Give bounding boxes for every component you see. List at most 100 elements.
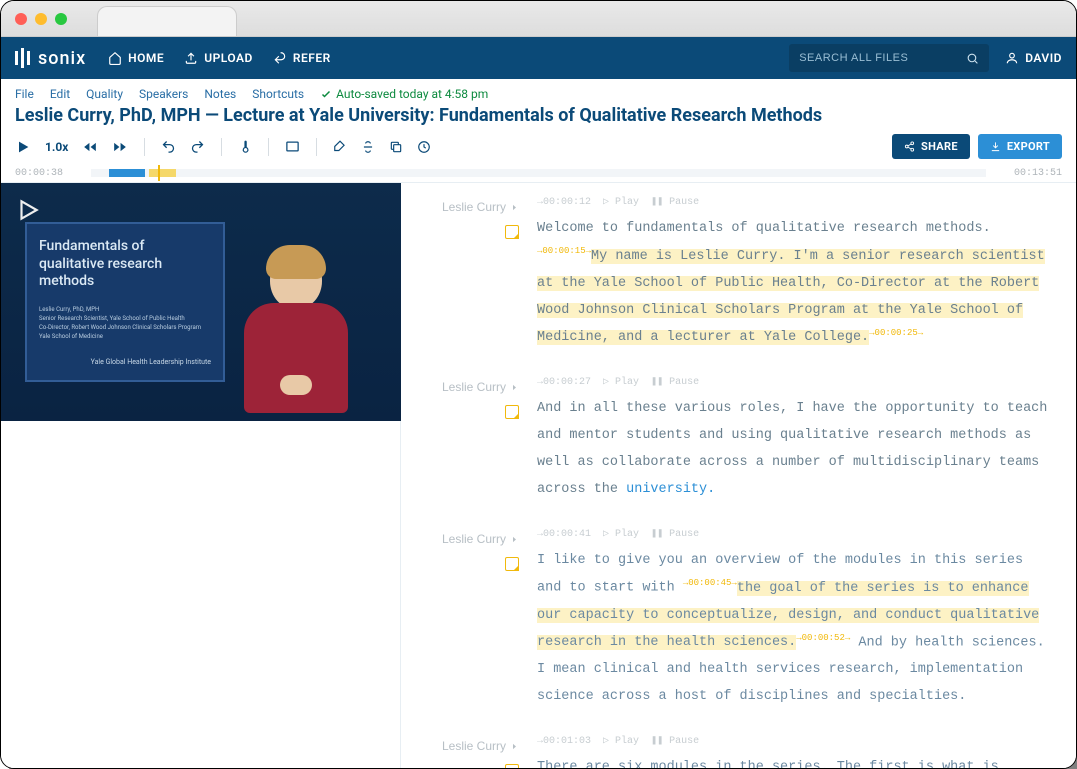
transcript-text[interactable]: Welcome to fundamentals of qualitative r… — [537, 215, 1048, 351]
search-input[interactable] — [799, 52, 966, 64]
timeline-track[interactable] — [91, 169, 986, 177]
download-icon — [990, 141, 1001, 152]
fullscreen-window-button[interactable] — [55, 13, 67, 25]
undo-icon — [161, 139, 176, 154]
keyword-text[interactable]: university. — [626, 482, 715, 497]
redo-button[interactable] — [190, 139, 205, 154]
nav-refer[interactable]: REFER — [273, 51, 331, 65]
text-span[interactable]: And in all these various roles, I have t… — [537, 401, 1047, 497]
note-icon[interactable] — [505, 225, 519, 239]
note-icon[interactable] — [505, 405, 519, 419]
text-span[interactable]: Welcome to fundamentals of qualitative r… — [537, 221, 991, 236]
chevron-right-icon — [510, 535, 519, 544]
current-time: 00:00:38 — [15, 168, 63, 179]
share-icon — [904, 141, 915, 152]
undo-button[interactable] — [161, 139, 176, 154]
brand-name: sonix — [38, 48, 86, 69]
share-button[interactable]: SHARE — [892, 134, 970, 159]
transcript-text[interactable]: I like to give you an overview of the mo… — [537, 547, 1048, 710]
speaker-label[interactable]: Leslie Curry — [442, 195, 519, 219]
segment-pause-button[interactable]: ❚❚ Pause — [651, 732, 699, 752]
segment-play-button[interactable]: ▷ Play — [603, 193, 639, 213]
segment-play-button[interactable]: ▷ Play — [603, 525, 639, 545]
forward-icon — [112, 140, 128, 154]
rectangle-button[interactable] — [285, 140, 300, 153]
segment-play-button[interactable]: ▷ Play — [603, 732, 639, 752]
text-span[interactable]: There are six modules in the series. The… — [537, 760, 999, 768]
transcript-text[interactable]: And in all these various roles, I have t… — [537, 395, 1048, 503]
transcript-panel[interactable]: Leslie Curry →00:00:12▷ Play❚❚ PauseWelc… — [401, 183, 1076, 768]
highlighter-icon — [333, 140, 347, 154]
note-icon[interactable] — [505, 764, 519, 768]
search-box[interactable] — [789, 44, 989, 72]
chevron-right-icon — [510, 383, 519, 392]
transcript-turn: Leslie Curry →00:00:27 ▷ Play ❚❚ Pause And … — [409, 373, 1048, 503]
segment-start-time: →00:00:41 — [537, 525, 591, 545]
chevron-right-icon — [510, 203, 519, 212]
copy-icon — [389, 140, 403, 154]
menu-edit[interactable]: Edit — [50, 87, 70, 101]
rewind-button[interactable] — [82, 140, 98, 154]
timestamp-button[interactable] — [417, 140, 431, 154]
checkmark-icon — [320, 88, 332, 100]
refer-icon — [273, 51, 287, 65]
minimize-window-button[interactable] — [35, 13, 47, 25]
close-window-button[interactable] — [15, 13, 27, 25]
speaker-label[interactable]: Leslie Curry — [442, 375, 519, 399]
search-icon[interactable] — [966, 52, 979, 65]
brand-logo[interactable]: sonix — [15, 48, 86, 69]
video-player[interactable]: Fundamentals of qualitative research met… — [1, 183, 401, 421]
thermometer-button[interactable] — [238, 139, 252, 155]
user-menu[interactable]: DAVID — [1005, 51, 1062, 65]
window-controls — [15, 13, 67, 25]
redo-icon — [190, 139, 205, 154]
transcript-turn: Leslie Curry →00:00:41 ▷ Play ❚❚ PauseI li… — [409, 525, 1048, 710]
document-area: File Edit Quality Speakers Notes Shortcu… — [1, 79, 1076, 768]
strikethrough-icon — [361, 140, 375, 154]
segment-start-time: →00:01:03 — [537, 732, 591, 752]
menu-shortcuts[interactable]: Shortcuts — [252, 87, 304, 101]
highlight-button[interactable] — [333, 140, 347, 154]
speaker-label[interactable]: Leslie Curry — [442, 527, 519, 551]
app-topbar: sonix HOME UPLOAD REFER — [1, 37, 1076, 79]
inline-timestamp: →00:00:45→ — [683, 578, 737, 588]
inline-timestamp: →00:00:52→ — [796, 633, 850, 643]
rewind-icon — [82, 140, 98, 154]
presenter-figure — [221, 221, 371, 421]
clock-icon — [417, 140, 431, 154]
segment-pause-button[interactable]: ❚❚ Pause — [651, 193, 699, 213]
menu-speakers[interactable]: Speakers — [139, 87, 188, 101]
highlighted-text[interactable]: My name is Leslie Curry. I'm a senior re… — [537, 249, 1045, 346]
transcript-text[interactable]: There are six modules in the series. The… — [537, 754, 1048, 768]
user-icon — [1005, 51, 1019, 65]
playback-speed[interactable]: 1.0x — [45, 140, 68, 154]
play-icon — [15, 139, 31, 155]
rectangle-icon — [285, 140, 300, 153]
browser-tab[interactable] — [97, 6, 237, 36]
presentation-slide: Fundamentals of qualitative research met… — [25, 222, 225, 382]
segment-start-time: →00:00:27 — [537, 373, 591, 393]
segment-play-button[interactable]: ▷ Play — [603, 373, 639, 393]
segment-pause-button[interactable]: ❚❚ Pause — [651, 373, 699, 393]
time-ruler[interactable]: 00:00:38 00:13:51 — [1, 165, 1076, 183]
note-icon[interactable] — [505, 557, 519, 571]
menu-notes[interactable]: Notes — [204, 87, 236, 101]
slide-title: Fundamentals of qualitative research met… — [39, 238, 211, 291]
speaker-label[interactable]: Leslie Curry — [442, 734, 519, 758]
play-button[interactable] — [15, 139, 31, 155]
export-button[interactable]: EXPORT — [978, 134, 1062, 159]
playhead[interactable] — [158, 165, 160, 181]
brand-icon — [15, 48, 30, 68]
copy-button[interactable] — [389, 140, 403, 154]
total-time: 00:13:51 — [1014, 168, 1062, 179]
strikethrough-button[interactable] — [361, 140, 375, 154]
inline-timestamp: →00:00:25→ — [869, 328, 923, 338]
video-play-overlay[interactable] — [15, 197, 41, 223]
menu-file[interactable]: File — [15, 87, 34, 101]
nav-home[interactable]: HOME — [108, 51, 164, 65]
inline-timestamp: →00:00:15→ — [537, 246, 591, 256]
nav-upload[interactable]: UPLOAD — [184, 51, 253, 65]
fast-forward-button[interactable] — [112, 140, 128, 154]
segment-pause-button[interactable]: ❚❚ Pause — [651, 525, 699, 545]
menu-quality[interactable]: Quality — [86, 87, 123, 101]
